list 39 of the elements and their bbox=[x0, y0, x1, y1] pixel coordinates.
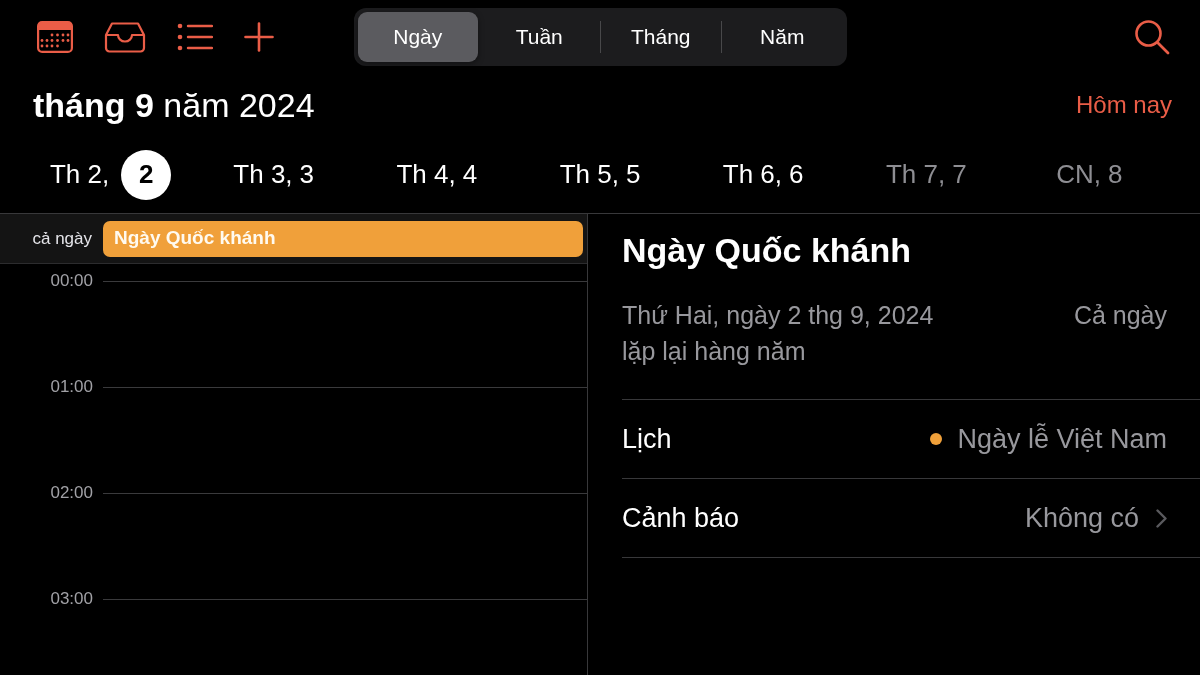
chevron-right-icon bbox=[1156, 508, 1167, 528]
month-year-title: tháng 9 năm 2024 bbox=[33, 84, 315, 126]
view-tab[interactable]: Năm bbox=[722, 12, 843, 62]
calendar-icon[interactable] bbox=[37, 21, 73, 53]
event-title: Ngày Quốc khánh bbox=[622, 230, 913, 270]
view-tab[interactable]: Ngày bbox=[357, 12, 478, 62]
search-icon[interactable] bbox=[1134, 19, 1170, 55]
alert-value: Không có bbox=[1024, 501, 1139, 535]
plus-icon[interactable] bbox=[244, 22, 274, 52]
day-number: 8 bbox=[1108, 158, 1123, 191]
row-label: Lịch bbox=[622, 422, 672, 456]
day-number: 2 bbox=[121, 149, 172, 200]
day-number: 3 bbox=[299, 158, 315, 191]
hour-label: 03:00 bbox=[49, 588, 93, 611]
day-button[interactable]: Th 6, 6 bbox=[722, 155, 804, 194]
day-button[interactable]: Th 3, 3 bbox=[233, 155, 315, 194]
event-date: Thứ Hai, ngày 2 thg 9, 2024 bbox=[622, 300, 934, 331]
repeat-text: lặp lại hàng năm bbox=[622, 336, 806, 367]
inbox-tray-icon[interactable] bbox=[104, 21, 146, 53]
list-icon[interactable] bbox=[177, 23, 213, 51]
day-button[interactable]: Th 5, 5 bbox=[559, 155, 641, 194]
all-day-label: cả ngày bbox=[31, 227, 93, 250]
row-label: Cảnh báo bbox=[622, 501, 740, 535]
today-button[interactable]: Hôm nay bbox=[1075, 87, 1172, 123]
view-tab[interactable]: Tháng bbox=[600, 12, 721, 62]
calendar-name: Ngày lễ Việt Nam bbox=[957, 422, 1167, 456]
day-button[interactable]: Th 2, 2 bbox=[49, 149, 172, 200]
day-button[interactable]: Th 4, 4 bbox=[396, 155, 478, 194]
hour-label: 00:00 bbox=[49, 270, 93, 293]
hour-label: 02:00 bbox=[49, 482, 93, 505]
day-number: 4 bbox=[462, 158, 478, 191]
day-button[interactable]: CN, 8 bbox=[1056, 155, 1123, 194]
view-tab[interactable]: Tuần bbox=[479, 12, 600, 62]
event-time: Cả ngày bbox=[1073, 300, 1167, 331]
day-button[interactable]: Th 7, 7 bbox=[885, 155, 967, 194]
hour-label: 01:00 bbox=[49, 376, 93, 399]
day-number: 7 bbox=[952, 158, 967, 191]
day-number: 6 bbox=[789, 158, 804, 191]
day-number: 5 bbox=[625, 158, 641, 191]
